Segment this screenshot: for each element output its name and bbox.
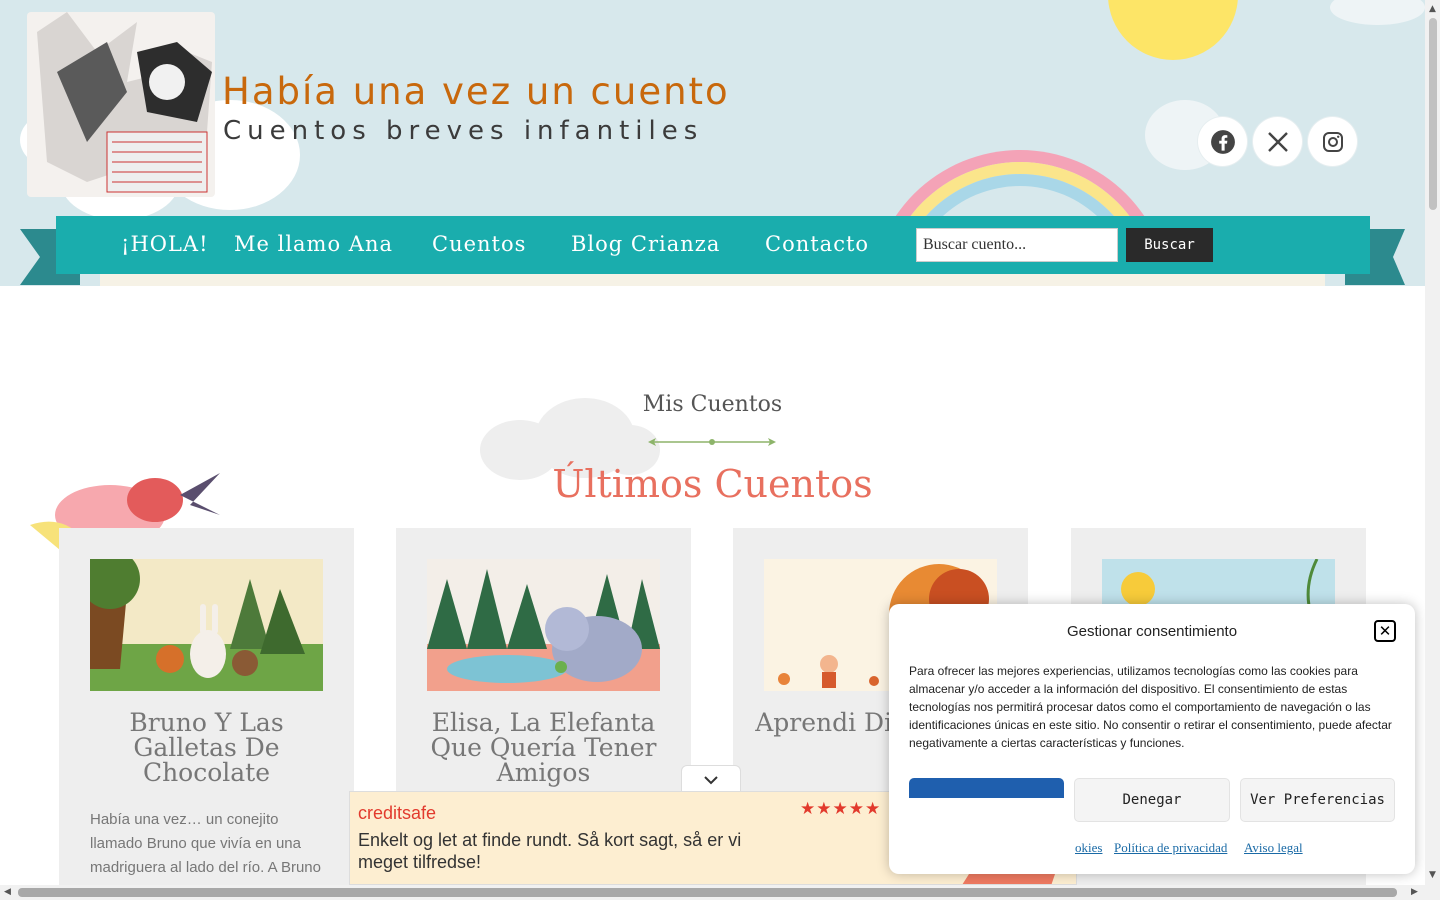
section-title: Últimos Cuentos bbox=[552, 462, 873, 506]
cookie-dialog-text: Para ofrecer las mejores experiencias, u… bbox=[909, 664, 1392, 750]
ad-brand: creditsafe bbox=[358, 803, 437, 823]
story-card[interactable]: Bruno Y Las Galletas De Chocolate Había … bbox=[59, 528, 354, 900]
instagram-icon bbox=[1322, 131, 1343, 152]
story-image[interactable] bbox=[90, 559, 323, 691]
x-icon bbox=[1267, 131, 1288, 152]
story-title[interactable]: Elisa, La Elefanta Que Quería Tener Amig… bbox=[411, 710, 676, 785]
x-link[interactable] bbox=[1253, 117, 1302, 166]
instagram-link[interactable] bbox=[1308, 117, 1357, 166]
facebook-icon bbox=[1210, 129, 1235, 154]
facebook-link[interactable] bbox=[1198, 117, 1247, 166]
scroll-right-arrow-icon[interactable]: ▶ bbox=[1411, 887, 1418, 897]
accept-button[interactable] bbox=[909, 778, 1064, 798]
cookie-dialog-title: Gestionar consentimiento bbox=[1066, 623, 1238, 640]
privacy-policy-link[interactable]: Política de privacidad bbox=[1114, 840, 1227, 856]
leaf-divider-icon bbox=[648, 438, 776, 446]
cookie-policy-link[interactable]: okies bbox=[1075, 840, 1102, 856]
nav-item-contacto[interactable]: Contacto bbox=[765, 232, 869, 256]
ad-text: Enkelt og let at finde rundt. Så kort sa… bbox=[358, 830, 742, 872]
cookie-consent-dialog: Gestionar consentimiento ✕ Para ofrecer … bbox=[889, 604, 1415, 874]
nav-item-blog-crianza[interactable]: Blog Crianza bbox=[571, 232, 720, 256]
search-input[interactable] bbox=[916, 228, 1118, 262]
chevron-down-icon bbox=[704, 775, 718, 784]
logo-dog-drawing-icon bbox=[37, 12, 212, 193]
nav-item-me-llamo-ana[interactable]: Me llamo Ana bbox=[234, 232, 393, 256]
deny-button[interactable]: Denegar bbox=[1074, 778, 1230, 822]
view-preferences-button[interactable]: Ver Preferencias bbox=[1240, 778, 1395, 822]
nav-item-cuentos[interactable]: Cuentos bbox=[432, 232, 526, 256]
nav-item-hola[interactable]: ¡HOLA! bbox=[121, 232, 209, 256]
ad-rating-stars: ★★★★★ bbox=[800, 799, 882, 819]
search-button[interactable]: Buscar bbox=[1126, 228, 1213, 262]
sun-decoration bbox=[1108, 0, 1238, 60]
story-image[interactable] bbox=[427, 559, 660, 691]
site-logo[interactable] bbox=[27, 12, 215, 197]
site-title[interactable]: Había una vez un cuento bbox=[222, 70, 730, 113]
horizontal-scrollbar-thumb[interactable] bbox=[18, 888, 1397, 897]
vertical-scrollbar-thumb[interactable] bbox=[1429, 18, 1437, 210]
section-subtitle: Mis Cuentos bbox=[642, 392, 783, 417]
close-icon[interactable]: ✕ bbox=[1374, 620, 1396, 642]
scroll-left-arrow-icon[interactable]: ◀ bbox=[4, 887, 11, 897]
scroll-down-arrow-icon[interactable]: ▼ bbox=[1429, 870, 1436, 880]
story-title[interactable]: Bruno Y Las Galletas De Chocolate bbox=[74, 710, 339, 785]
legal-notice-link[interactable]: Aviso legal bbox=[1244, 840, 1303, 856]
scroll-up-arrow-icon[interactable]: ▲ bbox=[1429, 4, 1436, 14]
ad-collapse-toggle[interactable] bbox=[681, 765, 741, 793]
site-tagline: Cuentos breves infantiles bbox=[223, 116, 704, 146]
